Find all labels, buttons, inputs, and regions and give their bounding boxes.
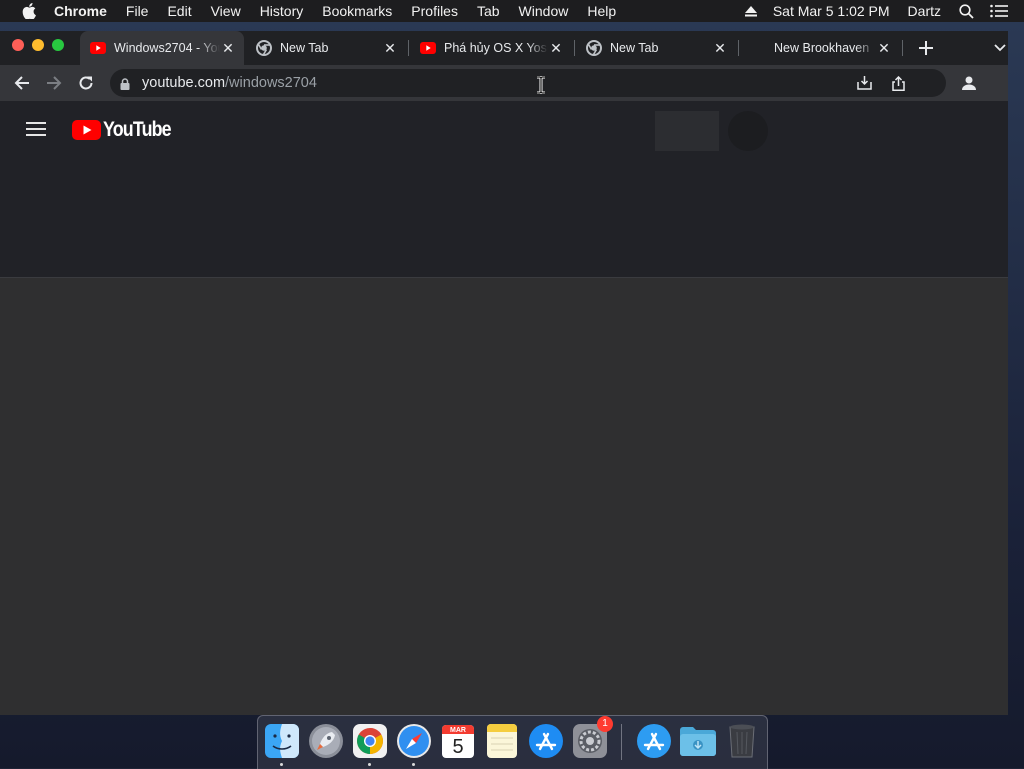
- tab-close-icon[interactable]: ✕: [382, 40, 398, 56]
- app-store-icon[interactable]: [527, 722, 565, 760]
- calendar-day: 5: [452, 736, 464, 758]
- safari-icon[interactable]: [395, 722, 433, 760]
- menu-edit[interactable]: Edit: [167, 0, 191, 22]
- tab-strip: Windows2704 - YouTube ✕ New Tab ✕ Phá hủ…: [0, 31, 1008, 65]
- loading-placeholder-button: [655, 111, 719, 151]
- lock-icon[interactable]: [120, 77, 132, 90]
- menu-profiles[interactable]: Profiles: [411, 0, 458, 22]
- menu-tab[interactable]: Tab: [477, 0, 500, 22]
- menu-bookmarks[interactable]: Bookmarks: [322, 0, 392, 22]
- tab-title: Windows2704 - YouTube: [114, 41, 220, 55]
- tab-title: New Tab: [610, 41, 659, 55]
- back-arrow-icon[interactable]: [12, 73, 32, 93]
- menu-help[interactable]: Help: [587, 0, 616, 22]
- spotlight-icon[interactable]: [959, 3, 974, 19]
- menu-history[interactable]: History: [260, 0, 304, 22]
- finder-icon[interactable]: [263, 722, 301, 760]
- page-content: YouTube: [0, 101, 1008, 715]
- youtube-play-logo-icon: [72, 120, 101, 140]
- blank-favicon-icon: [750, 40, 766, 56]
- window-controls: [12, 39, 64, 51]
- youtube-header: YouTube: [0, 101, 1008, 277]
- tab-title: New Tab: [280, 41, 329, 55]
- chevron-down-icon[interactable]: [992, 40, 1008, 56]
- forward-arrow-icon[interactable]: [44, 73, 64, 93]
- system-preferences-icon[interactable]: 1: [571, 716, 613, 760]
- tab-new-tab-1[interactable]: New Tab ✕: [246, 31, 406, 65]
- tab-close-icon[interactable]: ✕: [712, 40, 728, 56]
- tab-separator: [738, 40, 739, 56]
- menu-bar: Chrome File Edit View History Bookmarks …: [0, 0, 1024, 22]
- reload-icon[interactable]: [76, 73, 96, 93]
- minimize-window-button[interactable]: [32, 39, 44, 51]
- browser-toolbar: youtube.com/windows2704: [0, 65, 1008, 101]
- tab-windows2704[interactable]: Windows2704 - YouTube ✕: [80, 31, 244, 65]
- downloads-folder-icon[interactable]: [679, 722, 717, 760]
- zoom-window-button[interactable]: [52, 39, 64, 51]
- youtube-icon: [90, 40, 106, 56]
- chrome-icon: [256, 40, 272, 56]
- menu-file[interactable]: File: [126, 0, 149, 22]
- tab-title: Phá hủy OS X Yosemite: [444, 41, 548, 55]
- chrome-icon: [586, 40, 602, 56]
- running-indicator: [368, 763, 371, 766]
- chrome-window: Windows2704 - YouTube ✕ New Tab ✕ Phá hủ…: [0, 31, 1008, 715]
- notes-icon[interactable]: [483, 722, 521, 760]
- running-indicator: [412, 763, 415, 766]
- youtube-logo[interactable]: YouTube: [72, 118, 183, 142]
- tab-close-icon[interactable]: ✕: [548, 40, 564, 56]
- youtube-icon: [420, 40, 436, 56]
- trash-icon[interactable]: [723, 722, 761, 760]
- calendar-icon[interactable]: MAR 5: [439, 722, 477, 760]
- menu-window[interactable]: Window: [519, 0, 569, 22]
- url-domain: youtube.com: [142, 75, 226, 91]
- close-window-button[interactable]: [12, 39, 24, 51]
- launchpad-icon[interactable]: [307, 722, 345, 760]
- menu-view[interactable]: View: [211, 0, 241, 22]
- google-chrome-icon[interactable]: [351, 722, 389, 760]
- tab-close-icon[interactable]: ✕: [876, 40, 892, 56]
- tab-pha-huy-os-x[interactable]: Phá hủy OS X Yosemite ✕: [410, 31, 572, 65]
- dock-separator: [621, 724, 622, 760]
- applications-folder-icon[interactable]: [635, 722, 673, 760]
- address-bar[interactable]: youtube.com/windows2704: [110, 69, 946, 97]
- tab-separator: [902, 40, 903, 56]
- install-app-icon[interactable]: [856, 75, 872, 91]
- url-text[interactable]: youtube.com/windows2704: [142, 69, 317, 97]
- menubar-clock[interactable]: Sat Mar 5 1:02 PM: [773, 0, 890, 22]
- tab-title: New Brookhaven: [774, 41, 870, 55]
- eject-icon[interactable]: [744, 5, 757, 17]
- menu-app-name[interactable]: Chrome: [54, 0, 107, 22]
- header-divider: [0, 277, 1008, 278]
- tab-separator: [574, 40, 575, 56]
- share-icon[interactable]: [890, 75, 906, 91]
- notification-badge: 1: [597, 716, 613, 732]
- profile-avatar-icon[interactable]: [958, 72, 980, 94]
- tab-close-icon[interactable]: ✕: [220, 40, 236, 56]
- apple-menu-icon[interactable]: [20, 0, 38, 22]
- tab-separator: [408, 40, 409, 56]
- text-cursor-icon: [536, 75, 546, 95]
- url-path: /windows2704: [225, 75, 317, 91]
- menubar-user[interactable]: Dartz: [908, 0, 941, 22]
- notification-center-icon[interactable]: [990, 4, 1008, 18]
- loading-placeholder-avatar: [728, 111, 768, 151]
- youtube-wordmark: YouTube: [103, 118, 172, 141]
- new-tab-button[interactable]: [914, 36, 938, 60]
- tab-new-tab-2[interactable]: New Tab ✕: [576, 31, 736, 65]
- calendar-month: MAR: [450, 727, 466, 734]
- running-indicator: [280, 763, 283, 766]
- hamburger-menu-icon[interactable]: [26, 121, 46, 139]
- dock: MAR 5 1: [257, 715, 768, 769]
- tab-new-brookhaven[interactable]: New Brookhaven ✕: [740, 31, 900, 65]
